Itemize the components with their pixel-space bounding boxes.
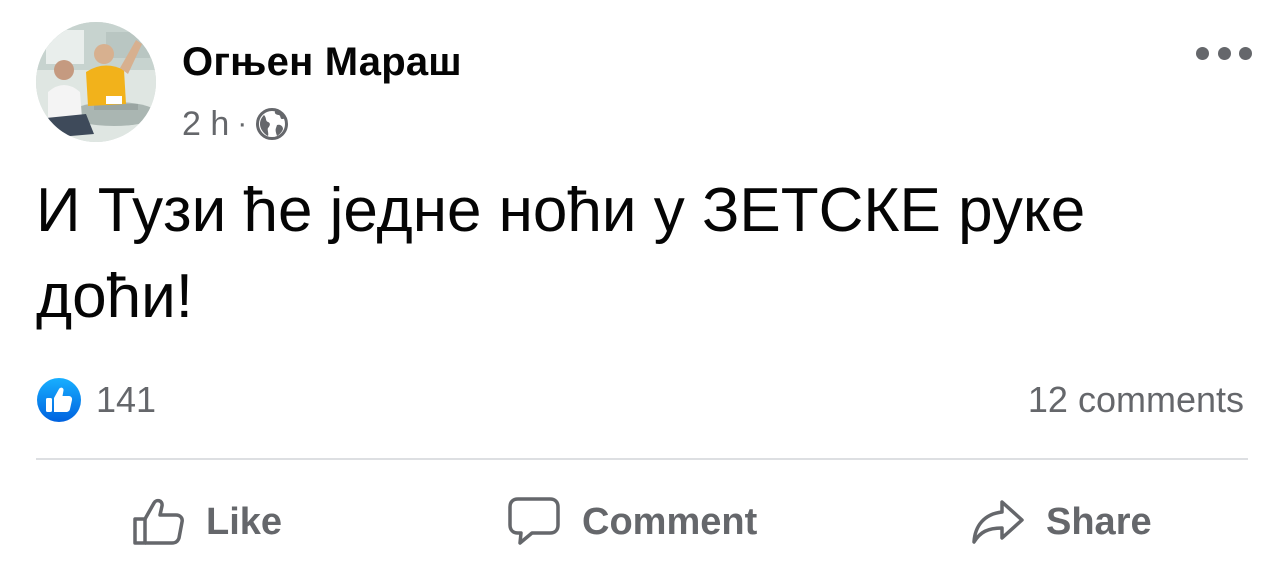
- share-label: Share: [1046, 500, 1152, 543]
- comment-label: Comment: [582, 500, 758, 543]
- post-meta: 2 h ·: [182, 102, 289, 146]
- post-time[interactable]: 2 h: [182, 105, 229, 144]
- avatar[interactable]: [36, 22, 156, 142]
- comment-button[interactable]: Comment: [506, 490, 757, 554]
- globe-icon[interactable]: [255, 107, 289, 141]
- post-card: Огњен Мараш 2 h · И Тузи ће једне ноћи у…: [0, 0, 1284, 564]
- like-button[interactable]: Like: [132, 490, 282, 554]
- reactions-summary[interactable]: 141: [36, 376, 156, 424]
- thumbs-up-icon: [133, 498, 184, 545]
- more-options-button[interactable]: [1196, 38, 1252, 68]
- post-text: И Тузи ће једне ноћи у ЗЕТСКЕ руке доћи!: [36, 176, 1086, 331]
- like-reaction-icon: [37, 378, 81, 422]
- share-arrow-icon: [972, 500, 1024, 544]
- reaction-count: 141: [96, 379, 157, 420]
- meta-separator: ·: [237, 107, 248, 140]
- comment-bubble-icon: [508, 497, 560, 545]
- author-name[interactable]: Огњен Мараш: [182, 40, 462, 85]
- ellipsis-icon-dot: [1239, 46, 1252, 60]
- divider: [36, 458, 1248, 460]
- share-button[interactable]: Share: [970, 490, 1152, 554]
- comments-count-link[interactable]: 12 comments: [1028, 376, 1244, 424]
- like-label: Like: [206, 500, 283, 543]
- ellipsis-icon-dot: [1217, 46, 1231, 60]
- ellipsis-icon-dot: [1196, 46, 1209, 60]
